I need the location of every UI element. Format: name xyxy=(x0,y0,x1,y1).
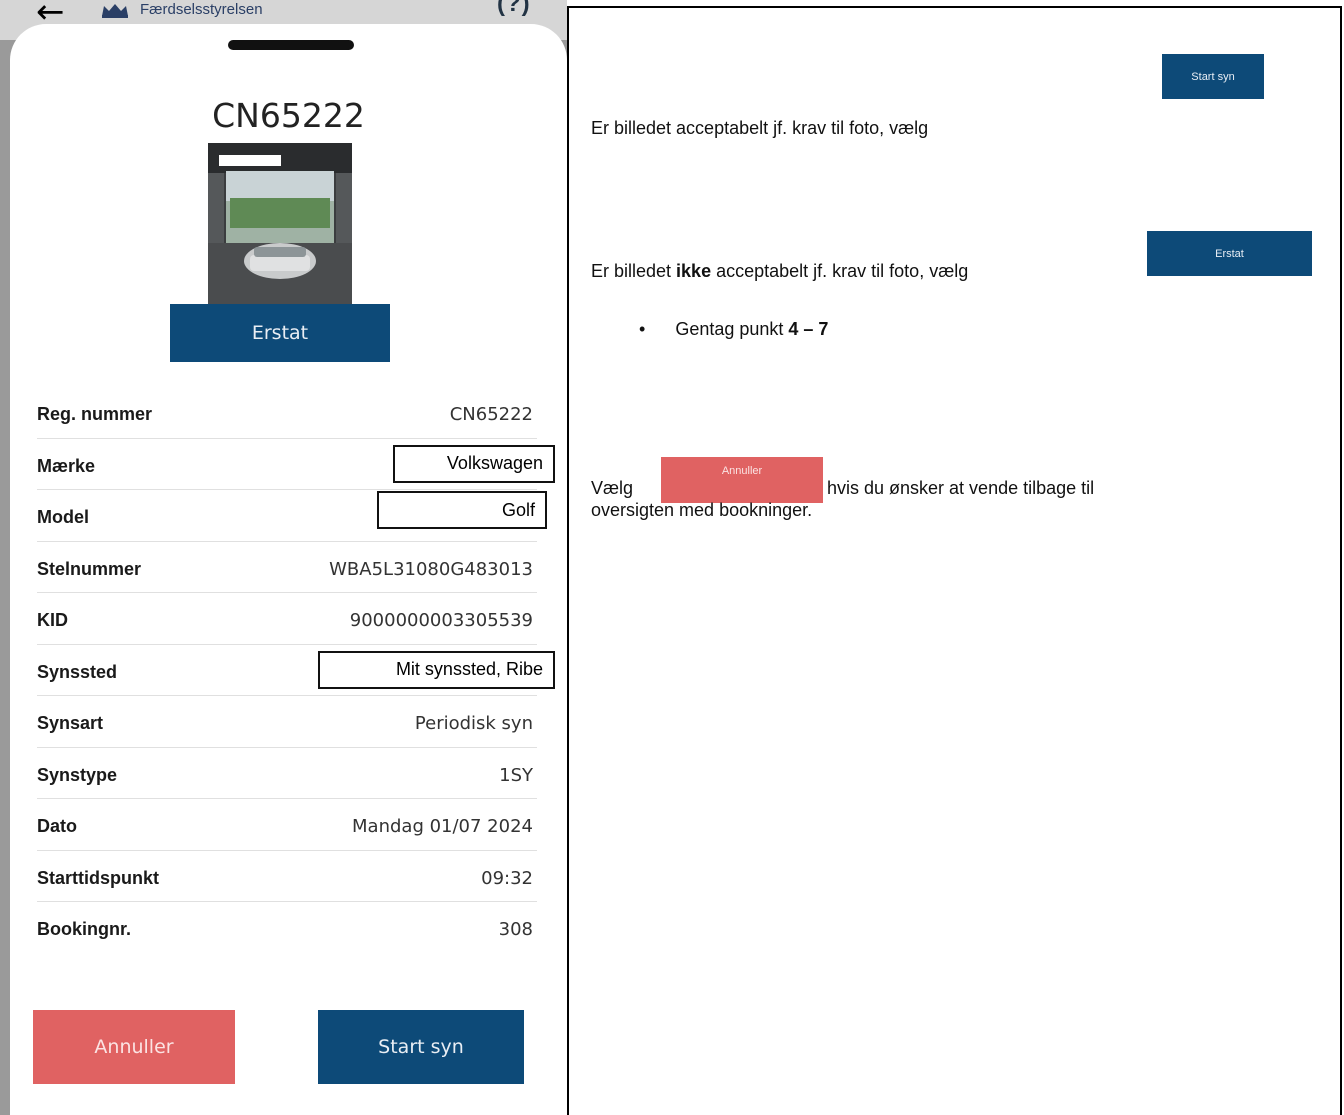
instruction-text-after: acceptabelt jf. krav til foto, vælg xyxy=(711,261,969,281)
detail-label: Bookingnr. xyxy=(37,919,131,939)
detail-label: Synssted xyxy=(37,661,118,682)
detail-value-highlighted: Mit synssted, Ribe xyxy=(318,650,555,689)
detail-row-inspection-type: Synstype 1SY xyxy=(37,748,537,799)
help-icon[interactable]: (?) xyxy=(497,0,531,18)
detail-row-model: Model Golf xyxy=(37,490,547,542)
detail-label: Starttidspunkt xyxy=(37,867,160,888)
detail-label: KID xyxy=(37,610,68,630)
detail-value: 308 xyxy=(498,919,533,940)
cancel-button[interactable]: Annuller xyxy=(33,1010,235,1084)
detail-row-make: Mærke Volkswagen xyxy=(37,439,555,490)
detail-label: Synsart xyxy=(37,713,104,733)
detail-label: Stelnummer xyxy=(37,558,142,579)
instruction-text: hvis du ønsker at vende tilbage til xyxy=(827,478,1095,498)
replace-photo-button[interactable]: Erstat xyxy=(170,304,390,362)
agency-name: Færdselsstyrelsen xyxy=(140,1,263,18)
start-inspection-button[interactable]: Start syn xyxy=(318,1010,524,1084)
plate-title: CN65222 xyxy=(212,96,365,135)
annuller-example-button: Annuller xyxy=(661,457,823,503)
detail-label: Dato xyxy=(37,816,77,836)
detail-row-reg: Reg. nummer CN65222 xyxy=(37,387,537,439)
start-syn-example-button: Start syn xyxy=(1162,54,1264,99)
detail-label: Model xyxy=(37,507,89,527)
instruction-text: Er billedet acceptabelt jf. krav til fot… xyxy=(591,118,929,138)
detail-value: Mandag 01/07 2024 xyxy=(352,816,533,837)
detail-value-highlighted: Golf xyxy=(377,491,547,529)
detail-value: WBA5L31080G483013 xyxy=(329,558,533,580)
car-photo xyxy=(208,143,352,325)
instructions-panel: Er billedet acceptabelt jf. krav til fot… xyxy=(567,6,1342,1115)
instruction-reject: Er billedet ikke acceptabelt jf. krav ti… xyxy=(591,261,968,282)
detail-row-date: Dato Mandag 01/07 2024 xyxy=(37,799,537,851)
detail-label: Reg. nummer xyxy=(37,404,153,424)
detail-row-booking: Bookingnr. 308 xyxy=(37,902,537,954)
erstat-example-button: Erstat xyxy=(1147,231,1312,276)
phone-screenshot: ← Færdselsstyrelsen (?) CN65222 Erstat R… xyxy=(0,0,567,1115)
instruction-cancel-line2: oversigten med bookninger. xyxy=(591,500,812,521)
detail-value: 09:32 xyxy=(481,867,533,889)
instruction-emphasis: ikke xyxy=(676,261,712,281)
repeat-text: Gentag punkt xyxy=(675,319,789,339)
detail-value: 1SY xyxy=(499,764,533,786)
detail-row-kid: KID 9000000003305539 xyxy=(37,593,537,645)
instruction-text: oversigten med bookninger. xyxy=(591,500,813,520)
instruction-accept: Er billedet acceptabelt jf. krav til fot… xyxy=(591,118,928,139)
detail-label: Mærke xyxy=(37,455,96,476)
crown-icon xyxy=(102,4,128,18)
drag-handle[interactable] xyxy=(228,40,354,50)
detail-value-highlighted: Volkswagen xyxy=(393,444,555,483)
instruction-text-before: Er billedet xyxy=(591,261,677,281)
instruction-repeat: • Gentag punkt 4 – 7 xyxy=(639,319,828,340)
instruction-cancel-suffix: hvis du ønsker at vende tilbage til xyxy=(827,478,1094,499)
detail-label: Synstype xyxy=(37,764,118,785)
bullet: • xyxy=(639,319,646,339)
detail-row-start-time: Starttidspunkt 09:32 xyxy=(37,851,537,902)
repeat-range: 4 – 7 xyxy=(788,319,829,339)
detail-value: CN65222 xyxy=(449,404,533,425)
photo-redaction xyxy=(219,155,281,166)
vehicle-details: Reg. nummer CN65222 Mærke Volkswagen Mod… xyxy=(37,387,555,954)
instruction-text: Vælg xyxy=(591,478,634,498)
detail-value: Periodisk syn xyxy=(414,713,533,734)
detail-value: 9000000003305539 xyxy=(349,610,533,631)
instruction-cancel-prefix: Vælg xyxy=(591,478,633,499)
detail-row-location: Synssted Mit synssted, Ribe xyxy=(37,645,555,696)
detail-row-vin: Stelnummer WBA5L31080G483013 xyxy=(37,542,537,593)
detail-row-inspection-kind: Synsart Periodisk syn xyxy=(37,696,537,748)
